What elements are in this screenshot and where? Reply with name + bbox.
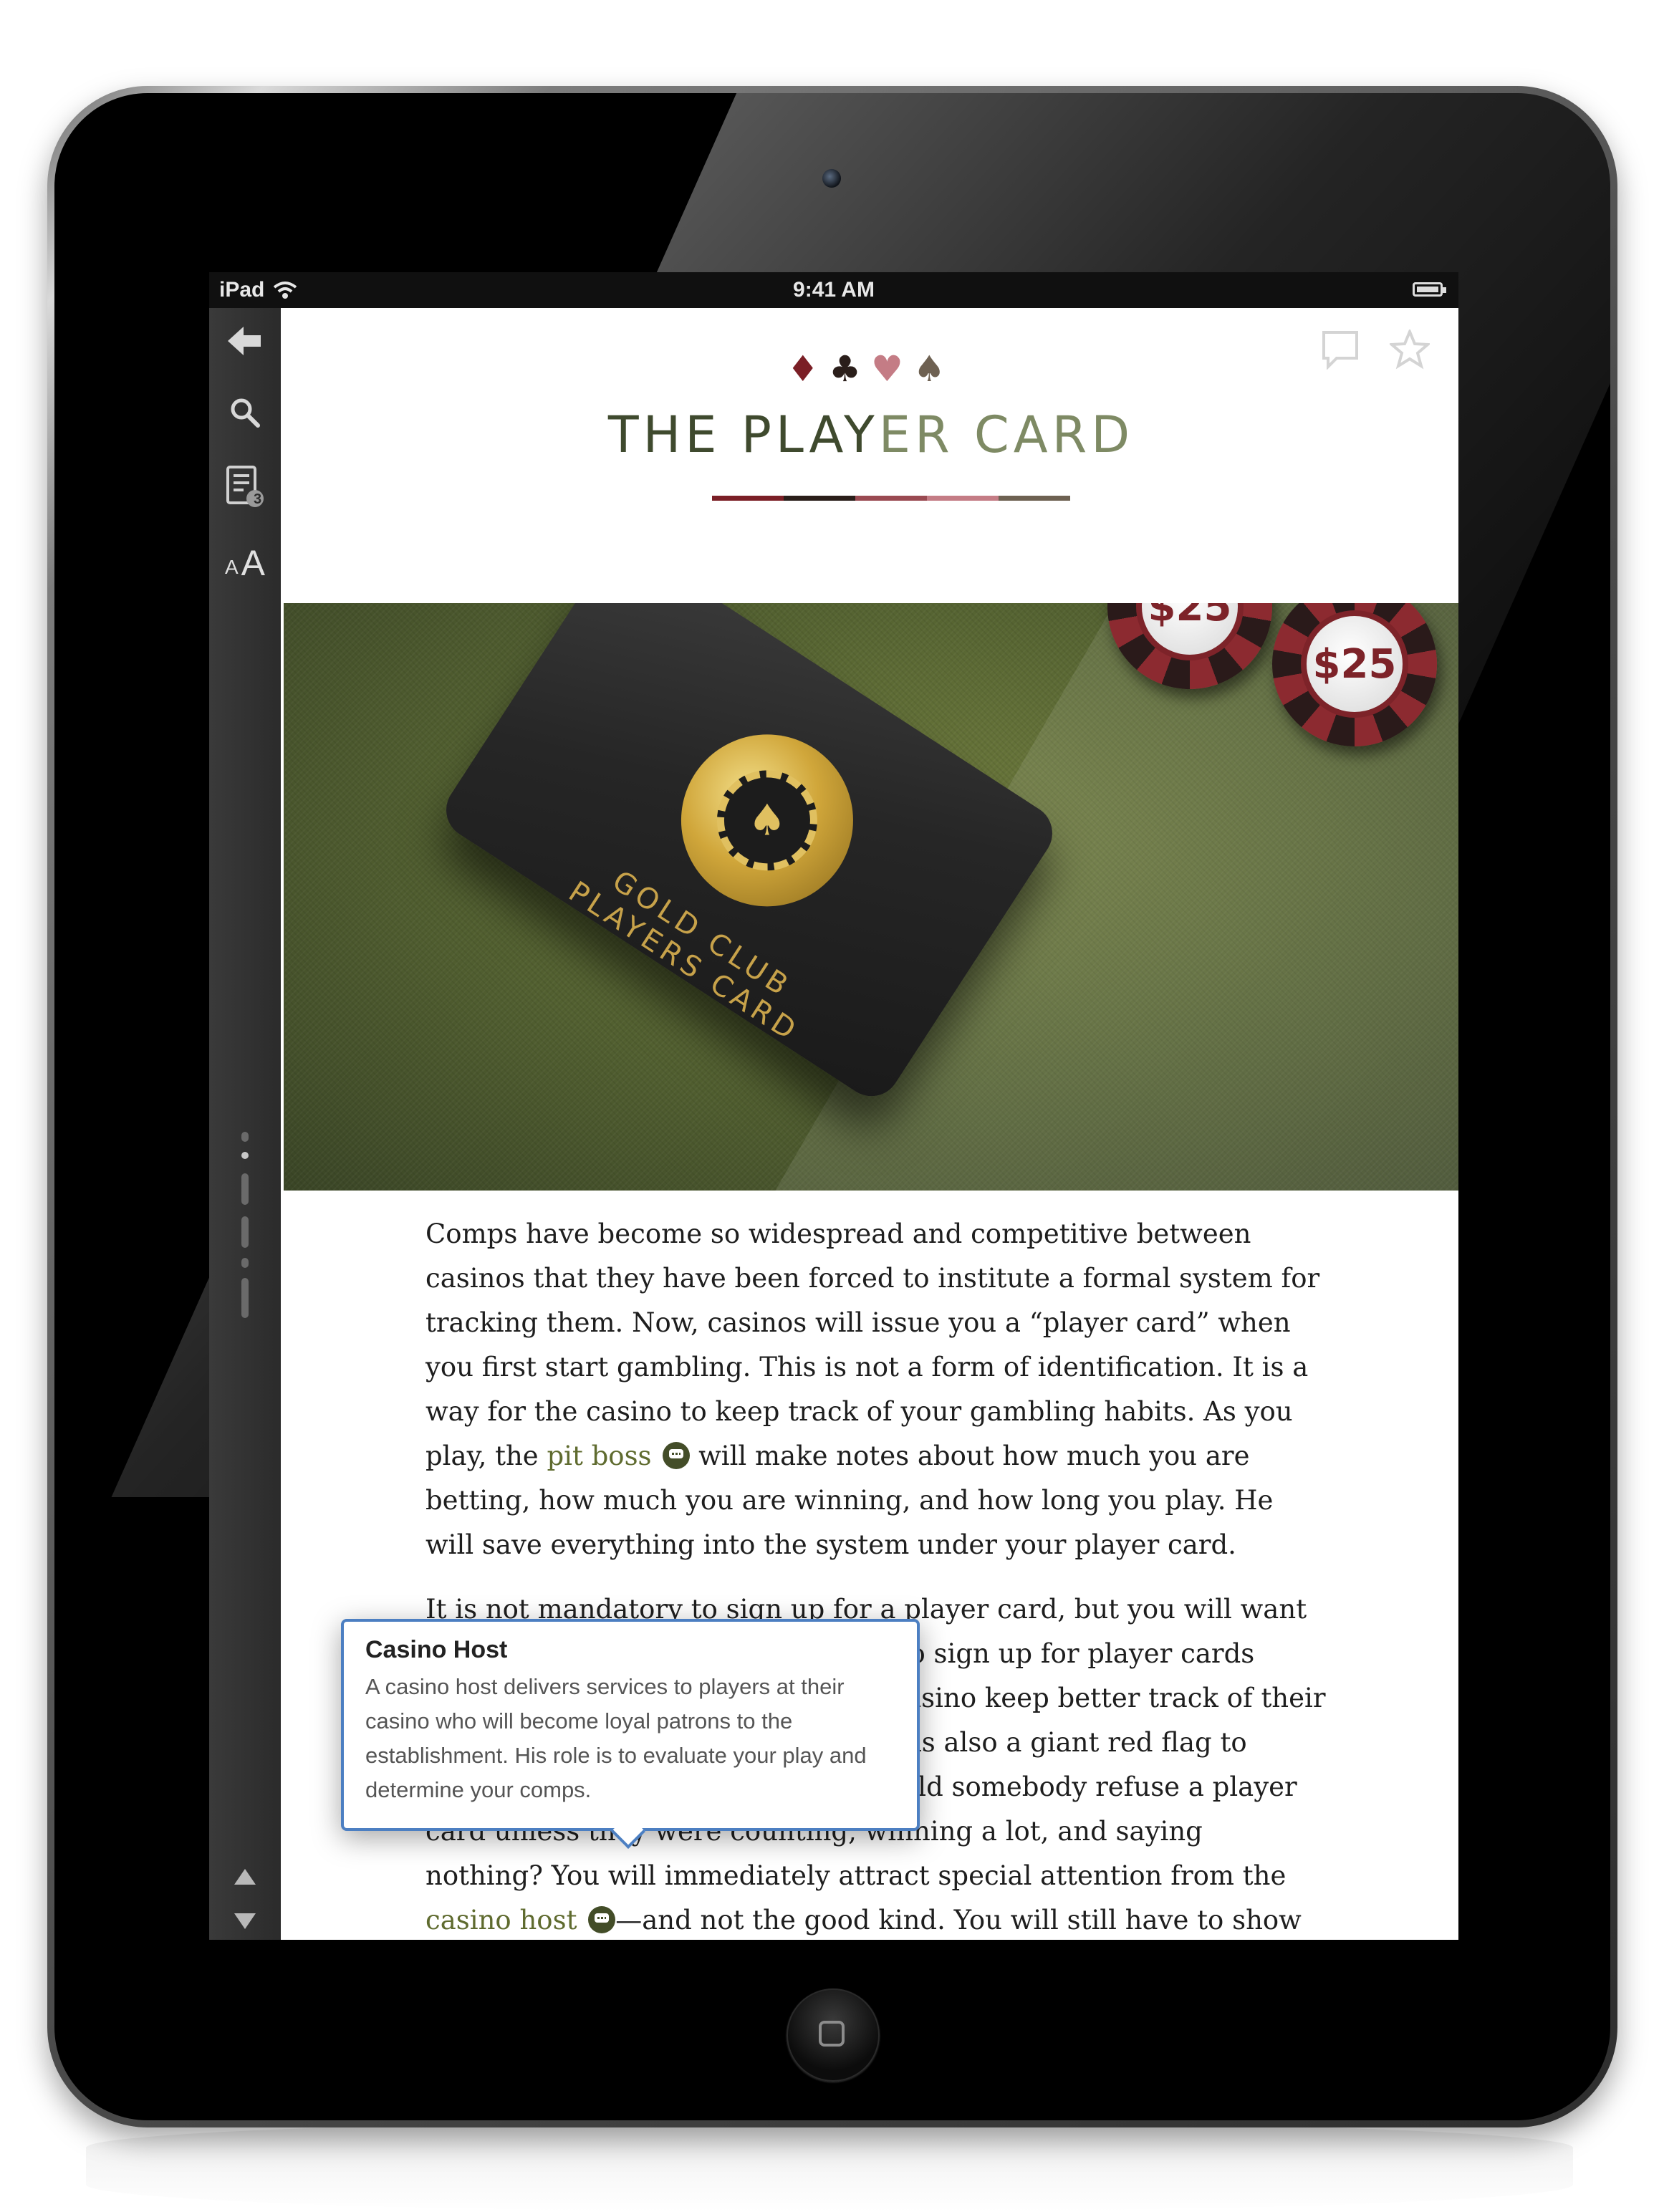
paragraph: Comps have become so widespread and comp… — [425, 1212, 1328, 1567]
next-page-button[interactable] — [209, 1900, 281, 1940]
arrow-left-icon — [228, 327, 261, 355]
back-button[interactable] — [209, 312, 281, 370]
popover-body: A casino host delivers services to playe… — [365, 1674, 867, 1802]
battery-icon — [1413, 282, 1446, 297]
title-underline — [712, 496, 1070, 501]
glossary-link-pit-boss[interactable]: pit boss — [547, 1441, 651, 1471]
popover-title: Casino Host — [365, 1636, 508, 1663]
search-button[interactable] — [209, 384, 281, 441]
rule-segment — [855, 496, 927, 501]
spade-logo-icon: ♠ — [716, 770, 817, 871]
scroll-segment — [241, 1258, 249, 1268]
previous-page-button[interactable] — [209, 1855, 281, 1898]
notes-button[interactable]: 3 — [209, 458, 281, 516]
rule-segment — [712, 496, 784, 501]
scroll-segment — [241, 1132, 249, 1142]
status-bar: iPad 9:41 AM — [209, 272, 1458, 308]
status-time: 9:41 AM — [793, 278, 875, 302]
reader-toolbar: 3 A A — [209, 308, 281, 1940]
chapter-title-part1: THE PLAY — [607, 405, 879, 464]
notes-count-badge: 3 — [254, 491, 262, 507]
rule-segment — [999, 496, 1070, 501]
scroll-segment — [241, 1173, 249, 1205]
gold-chip-logo: ♠ — [681, 734, 853, 907]
diamond-suit-icon: ♦ — [787, 348, 830, 390]
rule-segment — [784, 496, 855, 501]
font-small-glyph: A — [224, 556, 239, 578]
search-icon — [231, 398, 260, 428]
glossary-popover: Casino Host A casino host delivers servi… — [341, 1619, 920, 1850]
font-size-button[interactable]: A A — [209, 534, 281, 592]
triangle-up-icon — [234, 1869, 256, 1885]
chapter-title-part2: ER CARD — [878, 405, 1135, 464]
page-scroll-indicator[interactable] — [239, 1132, 251, 1325]
heart-suit-icon: ♥ — [871, 348, 913, 390]
rule-segment — [927, 496, 999, 501]
home-button[interactable] — [787, 1989, 880, 2082]
scroll-segment — [241, 1278, 249, 1318]
chapter-title: THE PLAYER CARD — [284, 405, 1458, 464]
scroll-segment — [241, 1216, 249, 1248]
scroll-position-marker — [241, 1152, 249, 1159]
club-suit-icon: ♣ — [829, 348, 871, 390]
card-suits: ♦♣♥♠ — [284, 348, 1458, 390]
glossary-bubble-icon[interactable] — [588, 1906, 616, 1933]
glossary-link-casino-host[interactable]: casino host — [425, 1905, 577, 1936]
spade-suit-icon: ♠ — [913, 348, 956, 390]
triangle-down-icon — [234, 1913, 256, 1929]
device-floor-shadow — [86, 2120, 1573, 2212]
glossary-bubble-icon[interactable] — [663, 1442, 691, 1469]
chip-label: $25 — [1136, 603, 1244, 660]
screen: iPad 9:41 AM 3 A A ♦♣♥♠ THE PLAYER CARD … — [209, 272, 1458, 1940]
paragraph-text: Comps have become so widespread and comp… — [425, 1218, 1320, 1471]
font-large-glyph: A — [241, 543, 266, 583]
hero-image: ♠ GOLD CLUB PLAYERS CARD $25 $25 — [284, 603, 1458, 1191]
chip-label: $25 — [1301, 610, 1408, 718]
home-square-icon — [819, 2021, 845, 2047]
camera-icon — [822, 169, 841, 188]
